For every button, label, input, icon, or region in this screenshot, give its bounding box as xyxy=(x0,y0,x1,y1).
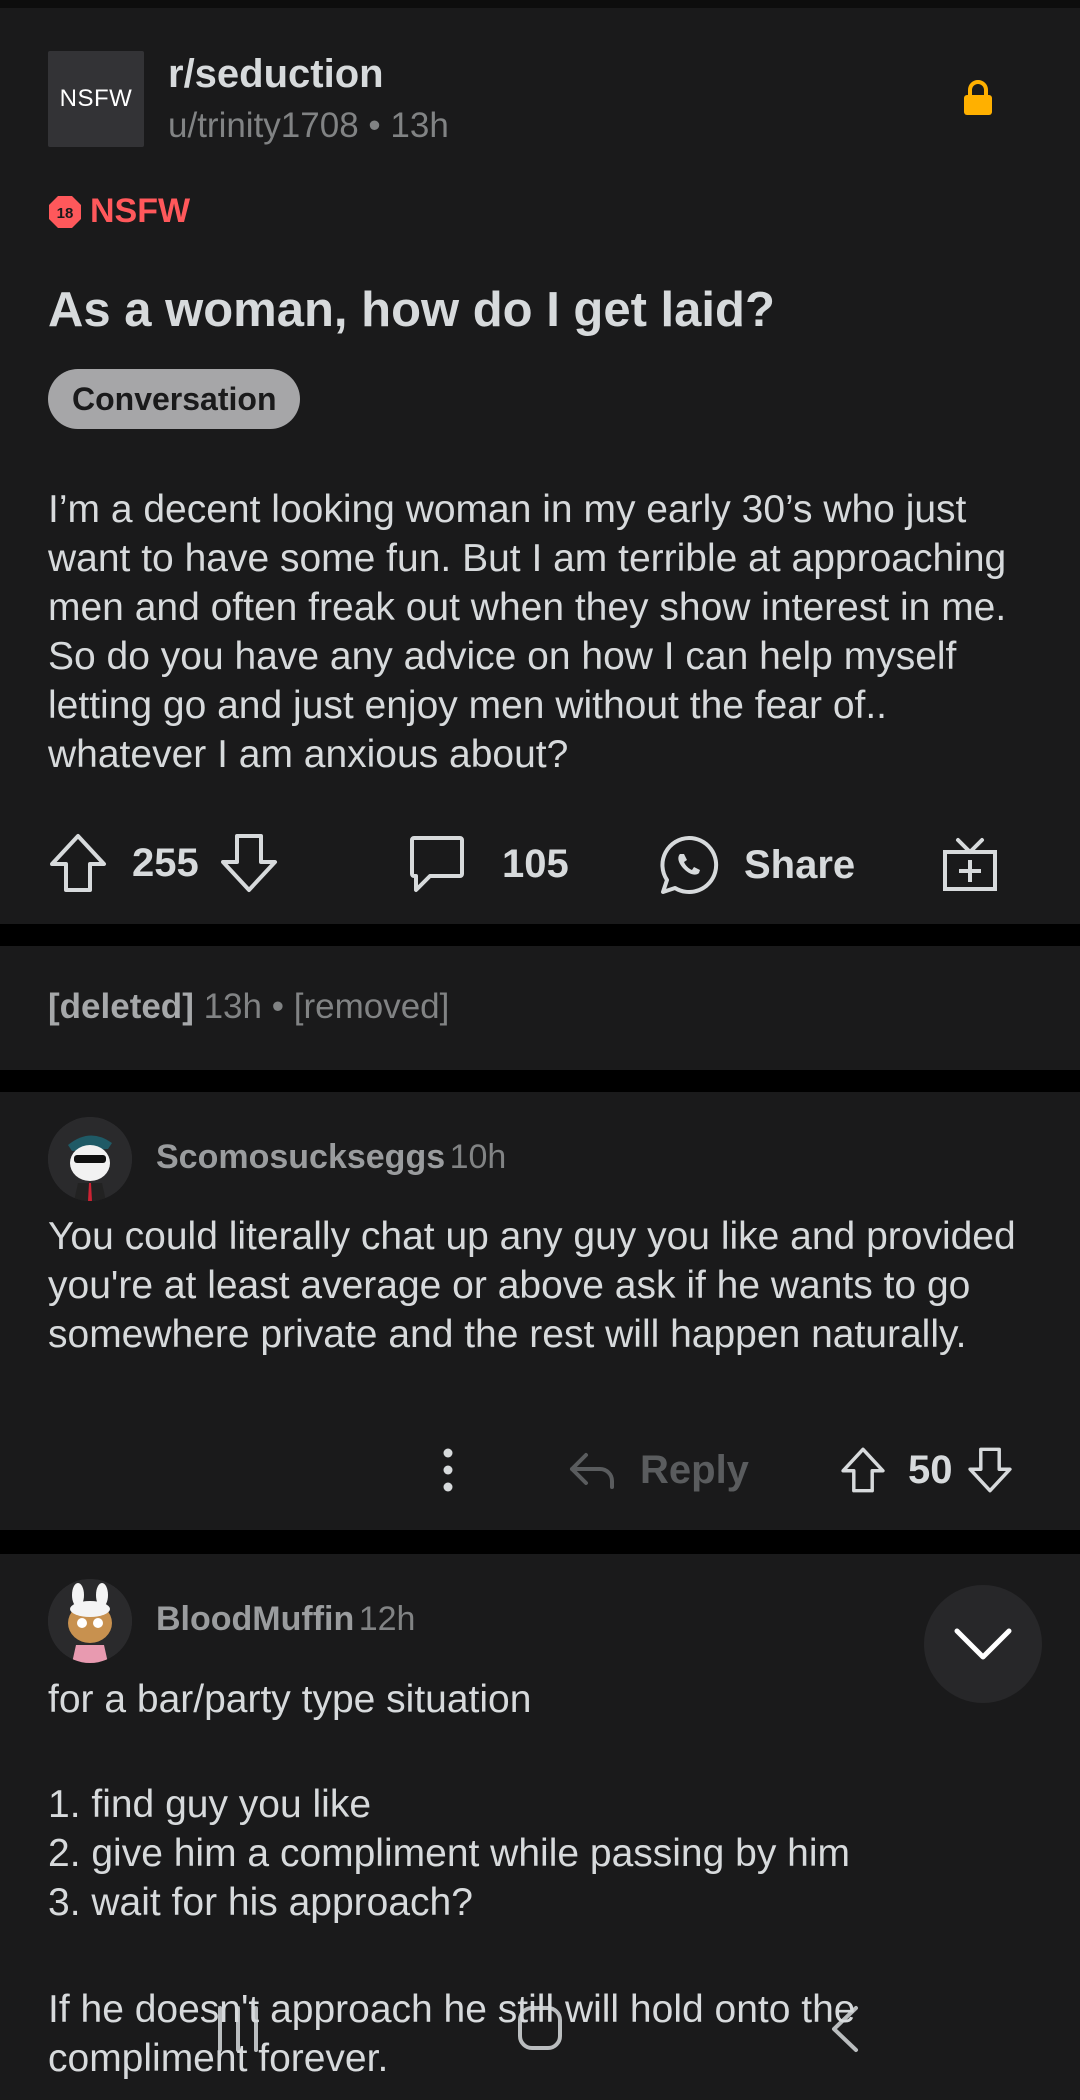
deleted-author: [deleted] xyxy=(48,987,194,1026)
comment-vote-control: 50 xyxy=(840,1446,1013,1494)
deleted-age: 13h xyxy=(203,987,262,1026)
comment-age: 12h xyxy=(358,1600,416,1638)
downvote-arrow-icon[interactable] xyxy=(219,832,279,894)
back-icon[interactable] xyxy=(828,2004,860,2059)
collapse-thread-button[interactable] xyxy=(924,1585,1042,1703)
lock-icon xyxy=(962,80,994,121)
reply-button[interactable]: Reply xyxy=(568,1448,749,1493)
comment-list-item: 2. give him a compliment while passing b… xyxy=(48,1832,851,1875)
avatar[interactable] xyxy=(48,1579,132,1663)
nsfw-tag: 18 NSFW xyxy=(48,192,190,231)
post-title: As a woman, how do I get laid? xyxy=(48,283,775,337)
comments-button[interactable]: 105 xyxy=(408,834,569,894)
post-body: I’m a decent looking woman in my early 3… xyxy=(48,488,1007,776)
nsfw-badge-icon: 18 xyxy=(49,195,81,228)
avatar[interactable] xyxy=(48,1117,132,1201)
post-thumbnail[interactable]: NSFW xyxy=(48,51,144,147)
subreddit-name[interactable]: r/seduction xyxy=(168,52,384,97)
reply-label: Reply xyxy=(640,1448,749,1492)
chevron-down-icon xyxy=(954,1628,1012,1660)
meta-separator: • xyxy=(368,106,381,145)
post-meta: u/trinity1708 • 13h xyxy=(168,106,449,146)
comment-text: for a bar/party type situation xyxy=(48,1678,532,1721)
comment-age: 10h xyxy=(449,1138,507,1176)
gift-icon[interactable] xyxy=(942,834,998,897)
svg-text:18: 18 xyxy=(57,205,74,222)
comment-username[interactable]: BloodMuffin xyxy=(156,1600,354,1638)
post-card xyxy=(0,8,1080,924)
deleted-content: [removed] xyxy=(293,987,450,1026)
comment-score: 50 xyxy=(908,1447,953,1492)
post-flair[interactable]: Conversation xyxy=(48,369,301,429)
more-vertical-icon[interactable] xyxy=(438,1447,458,1498)
recent-apps-icon[interactable] xyxy=(214,2004,262,2059)
share-button[interactable]: Share xyxy=(658,834,855,896)
comment-text: If he doesn't approach he still will hol… xyxy=(48,1988,856,2080)
comment-list-item: 3. wait for his approach? xyxy=(48,1881,473,1924)
comment-username[interactable]: Scomosuckseggs xyxy=(156,1138,445,1176)
comment-meta: Scomosuckseggs 10h xyxy=(156,1138,506,1177)
upvote-arrow-icon[interactable] xyxy=(840,1446,886,1494)
upvote-arrow-icon[interactable] xyxy=(48,832,108,894)
comment-count: 105 xyxy=(502,841,569,886)
comment-meta: BloodMuffin 12h xyxy=(156,1600,415,1639)
top-divider xyxy=(0,0,1080,8)
comment-list-item: 1. find guy you like xyxy=(48,1783,372,1826)
post-author[interactable]: u/trinity1708 xyxy=(168,106,359,145)
home-icon[interactable] xyxy=(516,2004,564,2057)
reply-arrow-icon xyxy=(570,1452,614,1489)
upvote-count: 255 xyxy=(132,840,199,885)
downvote-arrow-icon[interactable] xyxy=(967,1446,1013,1494)
nsfw-label: NSFW xyxy=(90,192,191,230)
comment-bubble-icon xyxy=(410,836,464,892)
vote-control: 255 xyxy=(48,832,279,894)
post-age: 13h xyxy=(390,106,449,145)
deleted-separator: • xyxy=(271,987,284,1026)
whatsapp-icon xyxy=(660,835,719,894)
share-label: Share xyxy=(744,842,856,887)
deleted-comment[interactable]: [deleted] 13h • [removed] xyxy=(48,987,449,1027)
comment-text: You could literally chat up any guy you … xyxy=(48,1215,1016,1356)
